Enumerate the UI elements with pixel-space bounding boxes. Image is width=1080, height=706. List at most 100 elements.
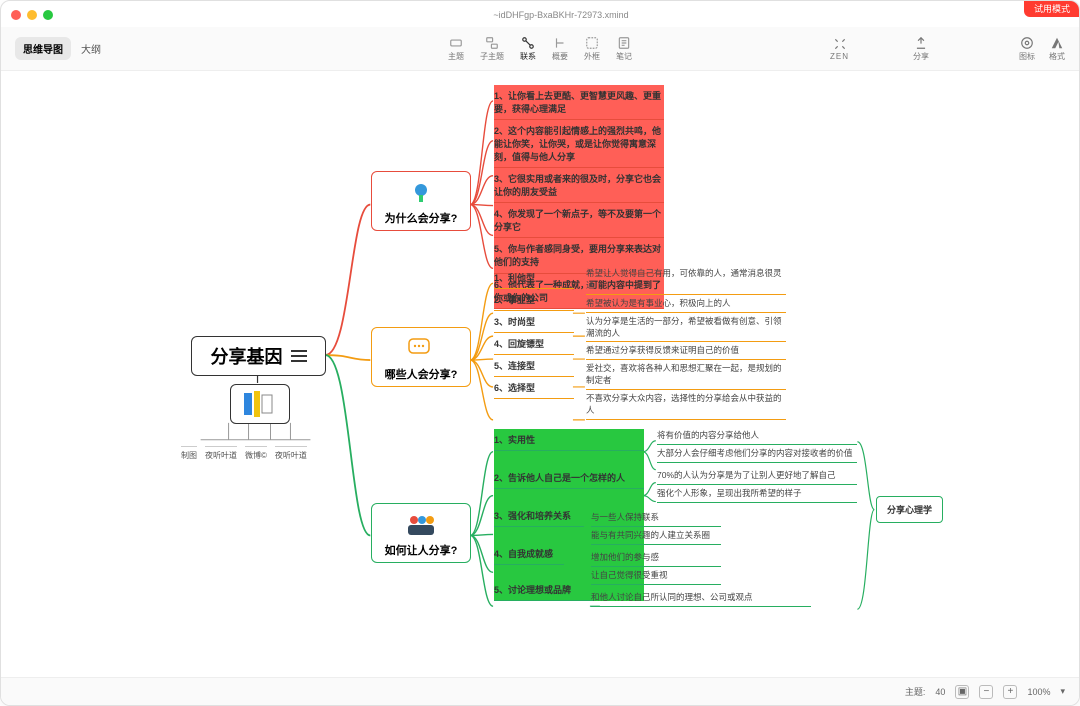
app-window: ~idDHFgp-BxaBKHr-72973.xmind 试用模式 思维导图 大… xyxy=(0,0,1080,706)
zen-icon xyxy=(833,37,847,51)
attachment-item[interactable]: 夜听叶道 xyxy=(205,446,237,461)
chevron-down-icon[interactable]: ▾ xyxy=(1060,686,1065,697)
window-title: ~idDHFgp-BxaBKHr-72973.xmind xyxy=(53,10,1069,20)
how-desc-4: 增加他们的参与感 让自己觉得很受重视 xyxy=(591,549,721,585)
branch-who-title: 哪些人会分享? xyxy=(384,366,458,382)
who-item[interactable]: 6、选择型 xyxy=(494,377,574,399)
titlebar: ~idDHFgp-BxaBKHr-72973.xmind xyxy=(1,7,1079,23)
branch-why-title: 为什么会分享? xyxy=(384,210,458,226)
toolbar-share: 分享 xyxy=(913,36,929,62)
subtopic-icon xyxy=(485,36,499,50)
tool-relation[interactable]: 联系 xyxy=(520,36,536,62)
toolbar-right: 图标 格式 xyxy=(1019,36,1065,62)
toolbar-zen: ZEN xyxy=(830,37,849,61)
summary-icon xyxy=(553,36,567,50)
who-list: 1、利他型 2、事业型 3、时尚型 4、回旋镖型 5、连接型 6、选择型 xyxy=(494,267,574,399)
fit-button[interactable]: ▣ xyxy=(955,685,969,699)
attachment-icon xyxy=(240,389,280,419)
tool-boundary[interactable]: 外框 xyxy=(584,36,600,62)
attachment-node[interactable] xyxy=(230,384,290,424)
how-item[interactable]: 4、自我成就感 xyxy=(494,543,564,565)
why-item[interactable]: 1、让你看上去更酷、更智慧更风趣、更重要，获得心理满足 xyxy=(494,85,664,120)
zoom-level: 100% xyxy=(1027,687,1050,697)
tool-topic[interactable]: 主题 xyxy=(448,36,464,62)
relation-icon xyxy=(521,36,535,50)
megaphone-icon xyxy=(409,181,433,205)
how-sub[interactable]: 和他人讨论自己所认同的理想、公司或观点 xyxy=(591,589,811,607)
trial-badge[interactable]: 试用模式 xyxy=(1024,0,1080,17)
attachment-item[interactable]: 微博© xyxy=(245,446,267,461)
toolbar: 思维导图 大纲 主题 子主题 联系 概要 外框 xyxy=(1,27,1079,71)
how-sub[interactable]: 让自己觉得很受重视 xyxy=(591,567,721,585)
who-desc[interactable]: 希望被认为是有事业心，积极向上的人 xyxy=(586,295,786,313)
branch-who[interactable]: 哪些人会分享? xyxy=(371,327,471,387)
who-item[interactable]: 1、利他型 xyxy=(494,267,574,289)
how-item[interactable]: 3、强化和培养关系 xyxy=(494,505,584,527)
how-sub[interactable]: 与一些人保持联系 xyxy=(591,509,721,527)
branch-how[interactable]: 如何让人分享? xyxy=(371,503,471,563)
close-icon[interactable] xyxy=(11,10,21,20)
tool-format[interactable]: 格式 xyxy=(1049,36,1065,62)
topic-icon xyxy=(449,36,463,50)
chat-icon xyxy=(408,338,434,360)
who-item[interactable]: 2、事业型 xyxy=(494,289,574,311)
share-icon xyxy=(914,36,928,50)
tool-theme[interactable]: 图标 xyxy=(1019,36,1035,62)
tool-subtopic[interactable]: 子主题 xyxy=(480,36,504,62)
status-bar: 主题: 40 ▣ − + 100% ▾ xyxy=(1,677,1079,705)
tool-note[interactable]: 笔记 xyxy=(616,36,632,62)
how-sub[interactable]: 能与有共同兴趣的人建立关系圈 xyxy=(591,527,721,545)
how-desc-5: 和他人讨论自己所认同的理想、公司或观点 xyxy=(591,589,811,607)
who-desc[interactable]: 认为分享是生活的一部分，希望被看做有创意、引领潮流的人 xyxy=(586,313,786,343)
how-sub[interactable]: 大部分人会仔细考虑他们分享的内容对接收者的价值 xyxy=(657,445,857,463)
who-desc-list: 希望让人觉得自己有用，可依靠的人，通常消息很灵通 希望被认为是有事业心，积极向上… xyxy=(586,265,786,420)
tab-mindmap[interactable]: 思维导图 xyxy=(15,37,71,60)
who-desc[interactable]: 爱社交，喜欢将各种人和思想汇聚在一起，是规划的制定者 xyxy=(586,360,786,390)
format-icon xyxy=(1050,36,1064,50)
toolbar-center: 主题 子主题 联系 概要 外框 笔记 xyxy=(448,36,632,62)
how-item[interactable]: 2、告诉他人自己是一个怎样的人 xyxy=(494,467,644,489)
topics-count: 40 xyxy=(935,687,945,697)
how-sub[interactable]: 70%的人认为分享是为了让别人更好地了解自己 xyxy=(657,467,857,485)
attachment-item[interactable]: 制图 xyxy=(181,446,197,461)
who-desc[interactable]: 希望通过分享获得反馈来证明自己的价值 xyxy=(586,342,786,360)
how-sub[interactable]: 强化个人形象，呈现出我所希望的样子 xyxy=(657,485,857,503)
summary-box[interactable]: 分享心理学 xyxy=(876,496,943,523)
minimize-icon[interactable] xyxy=(27,10,37,20)
people-icon xyxy=(406,513,436,537)
why-item[interactable]: 4、你发现了一个新点子，等不及要第一个分享它 xyxy=(494,203,664,238)
zoom-icon[interactable] xyxy=(43,10,53,20)
zoom-out-button[interactable]: − xyxy=(979,685,993,699)
topics-label: 主题: xyxy=(905,685,926,698)
branch-why[interactable]: 为什么会分享? xyxy=(371,171,471,231)
who-desc[interactable]: 希望让人觉得自己有用，可依靠的人，通常消息很灵通 xyxy=(586,265,786,295)
mindmap-canvas[interactable]: 分享基因 制图 夜听叶道 微博© 夜听叶道 为什么会分享? 哪些人会分享? 如何… xyxy=(1,71,1079,675)
theme-icon xyxy=(1020,36,1034,50)
menu-icon xyxy=(291,350,307,362)
root-node[interactable]: 分享基因 xyxy=(191,336,326,376)
how-desc-2: 70%的人认为分享是为了让别人更好地了解自己 强化个人形象，呈现出我所希望的样子 xyxy=(657,467,857,503)
who-item[interactable]: 3、时尚型 xyxy=(494,311,574,333)
tool-summary[interactable]: 概要 xyxy=(552,36,568,62)
how-desc-3: 与一些人保持联系 能与有共同兴趣的人建立关系圈 xyxy=(591,509,721,545)
why-item[interactable]: 3、它很实用或者来的很及时，分享它也会让你的朋友受益 xyxy=(494,168,664,203)
how-sub[interactable]: 将有价值的内容分享给他人 xyxy=(657,427,857,445)
who-item[interactable]: 5、连接型 xyxy=(494,355,574,377)
attachment-items: 制图 夜听叶道 微博© 夜听叶道 xyxy=(181,446,307,461)
who-item[interactable]: 4、回旋镖型 xyxy=(494,333,574,355)
tool-share[interactable]: 分享 xyxy=(913,36,929,62)
root-title: 分享基因 xyxy=(211,343,283,369)
tab-outline[interactable]: 大纲 xyxy=(75,37,107,60)
attachment-item[interactable]: 夜听叶道 xyxy=(275,446,307,461)
why-item[interactable]: 2、这个内容能引起情感上的强烈共鸣，他能让你笑，让你哭，或是让你觉得寓意深刻，值… xyxy=(494,120,664,168)
how-item[interactable]: 1、实用性 xyxy=(494,429,644,451)
tool-zen[interactable]: ZEN xyxy=(830,37,849,61)
how-sub[interactable]: 增加他们的参与感 xyxy=(591,549,721,567)
traffic-lights xyxy=(11,10,53,20)
who-desc[interactable]: 不喜欢分享大众内容，选择性的分享给会从中获益的人 xyxy=(586,390,786,420)
zoom-in-button[interactable]: + xyxy=(1003,685,1017,699)
note-icon xyxy=(617,36,631,50)
how-item[interactable]: 5、讨论理想或品牌 xyxy=(494,579,594,601)
branch-how-title: 如何让人分享? xyxy=(384,542,458,558)
how-desc-1: 将有价值的内容分享给他人 大部分人会仔细考虑他们分享的内容对接收者的价值 xyxy=(657,427,857,463)
